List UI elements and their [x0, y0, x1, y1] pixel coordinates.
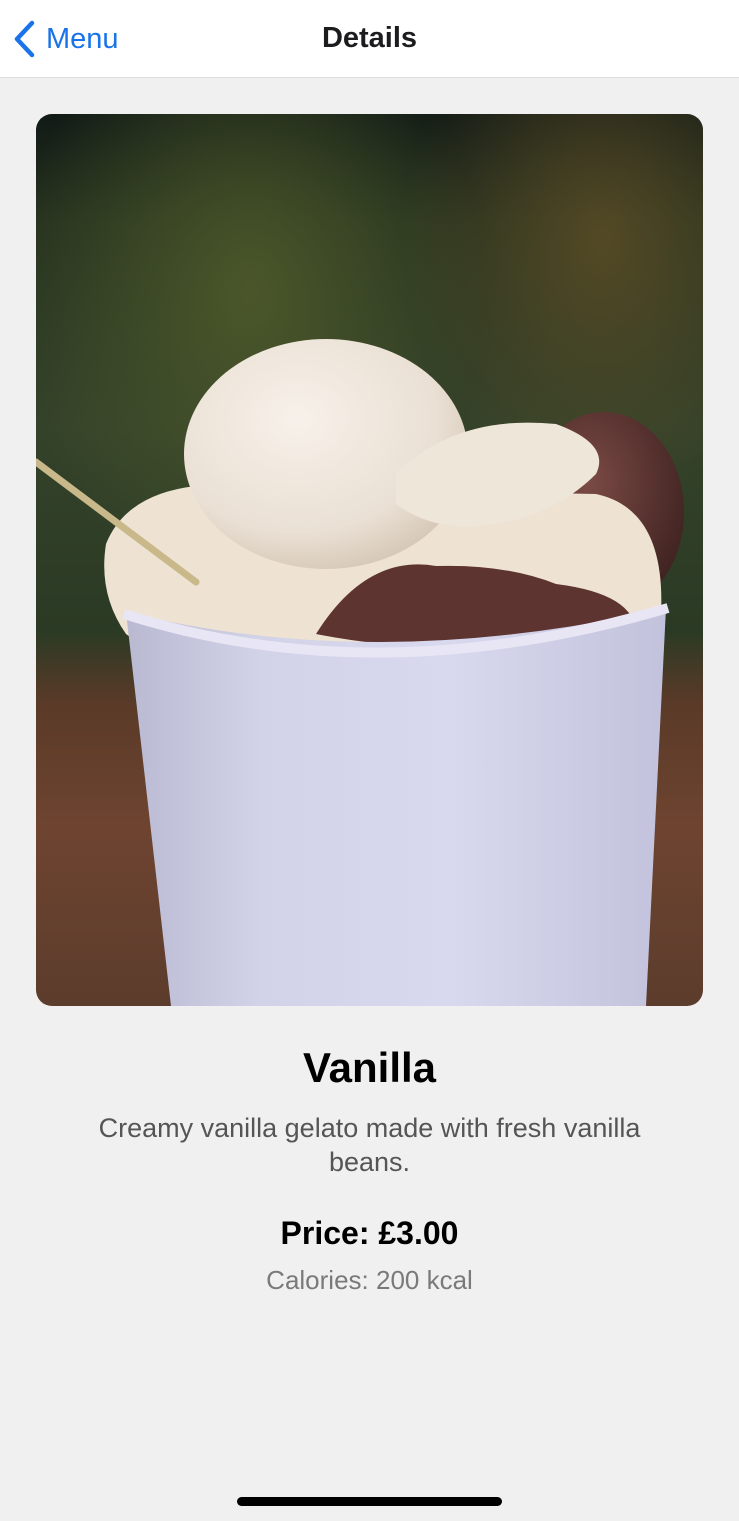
product-description: Creamy vanilla gelato made with fresh va…: [98, 1113, 641, 1177]
product-name: Vanilla: [302, 1044, 437, 1091]
page-title: Details: [321, 22, 418, 54]
product-image: [36, 114, 703, 1006]
navigation-bar: Menu Details: [0, 0, 739, 78]
home-indicator[interactable]: [237, 1497, 502, 1506]
product-calories: Calories: 200 kcal: [266, 1265, 473, 1295]
product-price: Price: £3.00: [280, 1215, 459, 1251]
